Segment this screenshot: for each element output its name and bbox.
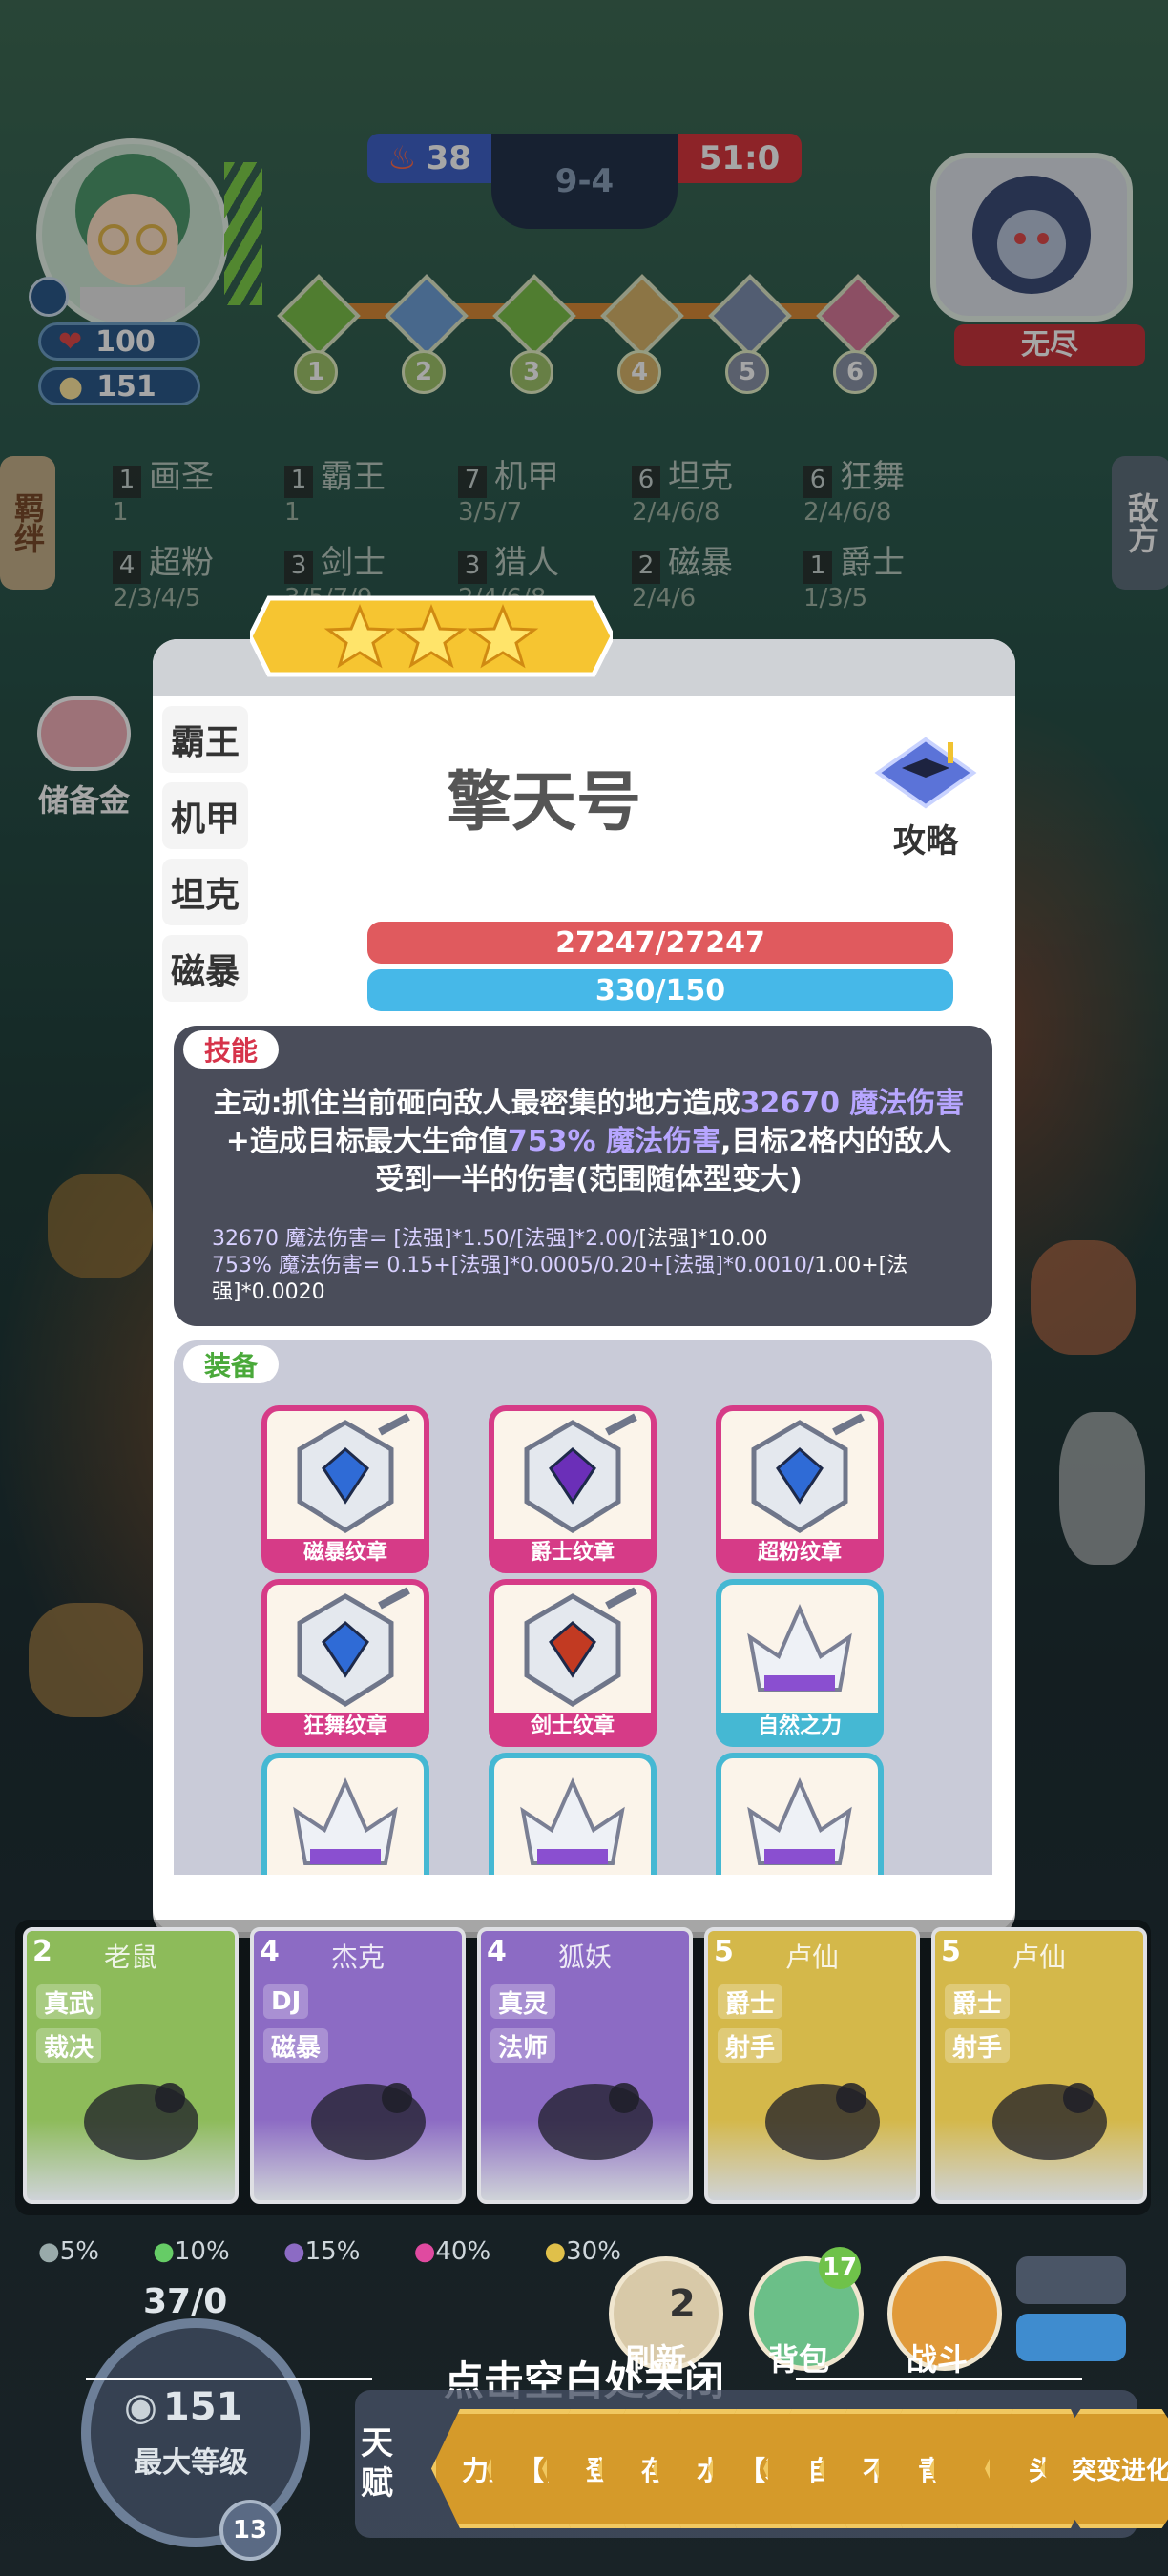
tab-trait[interactable]: 坦克: [162, 859, 248, 925]
shop-odds: ●5% ●10% ●15% ●40% ●30%: [38, 2237, 621, 2266]
equipment-name: 狂舞纹章: [267, 1713, 424, 1741]
formula-line: 753% 魔法伤害= 0.15+[法强]*0.0005/0.20+[法强]*0.…: [212, 1254, 815, 1278]
equipment-item[interactable]: 磁暴纹章: [261, 1405, 429, 1573]
skill-damage-highlight: 753% 魔法伤害: [507, 1125, 720, 1158]
equipment-item[interactable]: 狂舞纹章: [261, 1579, 429, 1747]
unit-name: 杰克: [330, 1942, 385, 1973]
unit-trait: 爵士: [945, 1984, 1011, 2019]
odds-tier-1: 5%: [59, 2237, 99, 2266]
unit-trait: 爵士: [718, 1984, 783, 2019]
crown-icon: [520, 1777, 625, 1865]
unit-portrait: [992, 2083, 1107, 2160]
odds-dot: ●: [544, 2237, 567, 2266]
unit-name: 卢仙: [1012, 1942, 1066, 1973]
odds-dot: ●: [38, 2237, 60, 2266]
unit-portrait: [311, 2083, 426, 2160]
bag-count-badge: 17: [819, 2247, 861, 2289]
equipment-name: 超粉纹章: [721, 1539, 878, 1568]
unit-cost: 2: [32, 1935, 52, 1968]
unit-cost: 4: [487, 1935, 507, 1968]
unit-name: 狐妖: [557, 1942, 612, 1973]
unit-portrait: [765, 2083, 880, 2160]
odds-tier-4: 40%: [435, 2237, 491, 2266]
equipment-item[interactable]: [261, 1753, 429, 1875]
tab-trait[interactable]: 机甲: [162, 782, 248, 849]
star-rating: [250, 595, 613, 677]
equipment-item[interactable]: [716, 1753, 884, 1875]
skill-panel: 技能 主动:抓住当前砸向敌人最密集的地方造成32670 魔法伤害 +造成目标最大生…: [174, 1026, 992, 1326]
odds-dot: ●: [413, 2237, 436, 2266]
emblem-icon: [751, 1413, 865, 1533]
shop-card[interactable]: 狐妖 4 真灵 法师: [477, 1927, 693, 2204]
synergy-tab-list: 霸王 机甲 坦克 磁暴: [162, 706, 250, 1011]
odds-tier-3: 15%: [304, 2237, 361, 2266]
equipment-name: 磁暴纹章: [267, 1539, 424, 1568]
unit-cost: 5: [714, 1935, 734, 1968]
equipment-item[interactable]: 爵士纹章: [489, 1405, 657, 1573]
emblem-icon: [524, 1587, 637, 1707]
equipment-tag: 装备: [183, 1345, 280, 1383]
formula-line: 32670 魔法伤害= [法强]*1.50/[法强]*2.00/: [212, 1227, 639, 1251]
odds-tier-5: 30%: [566, 2237, 621, 2266]
tab-trait[interactable]: 磁暴: [162, 935, 248, 1002]
lock-button[interactable]: [1016, 2256, 1126, 2304]
equipment-name: 爵士纹章: [494, 1539, 651, 1568]
skill-desc-text: +造成目标最大生命值: [225, 1125, 508, 1158]
unit-cost: 4: [260, 1935, 280, 1968]
skill-damage-highlight: 32670 魔法: [740, 1087, 907, 1120]
equipment-panel: 装备 磁暴纹章 爵士纹章 超粉纹章狂舞纹章 剑士纹章 自然之力: [174, 1340, 992, 1875]
exp-text: 37/0: [143, 2282, 228, 2321]
guide-label: 攻略: [893, 822, 958, 861]
odds-dot: ●: [153, 2237, 175, 2266]
crown-icon: [293, 1777, 398, 1865]
equipment-item[interactable]: 剑士纹章: [489, 1579, 657, 1747]
unit-trait: DJ: [263, 1984, 309, 2019]
crown-icon: [747, 1604, 852, 1692]
max-level-label: 最大等级: [134, 2446, 248, 2480]
unit-portrait: [538, 2083, 653, 2160]
unit-name: 擎天号: [446, 765, 641, 841]
tab-trait[interactable]: 霸王: [162, 706, 248, 773]
unit-trait: 真灵: [490, 1984, 556, 2019]
shop-card[interactable]: 卢仙 5 爵士 射手: [704, 1927, 920, 2204]
guide-button[interactable]: 攻略: [868, 735, 983, 862]
equipment-name: 剑士纹章: [494, 1713, 651, 1741]
refresh-cost: 2: [669, 2282, 696, 2326]
level-badge: 13: [219, 2500, 281, 2561]
formula-line-active: [法强]*10.00: [638, 1227, 768, 1251]
shop-card[interactable]: 杰克 4 DJ 磁暴: [250, 1927, 466, 2204]
talent-title: 天赋: [361, 2424, 393, 2503]
emblem-icon: [297, 1413, 410, 1533]
unit-portrait: [84, 2083, 198, 2160]
equipment-item[interactable]: [489, 1753, 657, 1875]
skill-description: 主动:抓住当前砸向敌人最密集的地方造成32670 魔法伤害 +造成目标最大生命值7…: [212, 1085, 966, 1199]
skill-desc-text: 伤害: [907, 1087, 965, 1120]
hp-bar: 27247/27247: [367, 922, 953, 964]
emblem-icon: [524, 1413, 637, 1533]
odds-tier-2: 10%: [174, 2237, 230, 2266]
unit-cost: 5: [941, 1935, 961, 1968]
crown-icon: [747, 1777, 852, 1865]
shop-card[interactable]: 卢仙 5 爵士 射手: [931, 1927, 1147, 2204]
skill-desc-text: 主动:抓住当前砸向敌人最密集的地方造成: [213, 1087, 740, 1120]
skill-formula: 32670 魔法伤害= [法强]*1.50/[法强]*2.00/[法强]*10.…: [212, 1226, 966, 1306]
equipment-name: 自然之力: [721, 1713, 878, 1741]
unit-detail-modal: 霸王 机甲 坦克 磁暴 擎天号 攻略 27247/27247 330/150 技…: [153, 639, 1015, 1932]
odds-dot: ●: [282, 2237, 305, 2266]
graduation-cap-icon: [874, 737, 977, 809]
equipment-item[interactable]: 自然之力: [716, 1579, 884, 1747]
skill-tag: 技能: [183, 1030, 280, 1069]
mana-bar: 330/150: [367, 969, 953, 1011]
unit-trait: 真武: [36, 1984, 102, 2019]
unit-name: 老鼠: [103, 1942, 157, 1973]
emblem-icon: [297, 1587, 410, 1707]
unit-name: 卢仙: [784, 1942, 839, 1973]
shop-card[interactable]: 老鼠 2 真武 裁决: [23, 1927, 239, 2204]
equipment-item[interactable]: 超粉纹章: [716, 1405, 884, 1573]
